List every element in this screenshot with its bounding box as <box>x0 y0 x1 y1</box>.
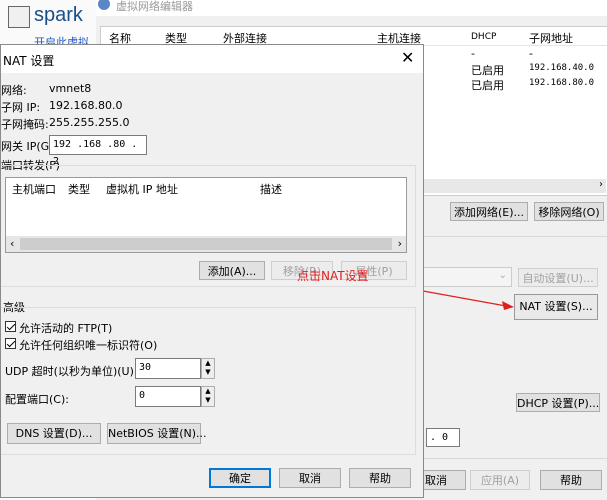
app-logo-icon <box>8 6 30 28</box>
ok-button[interactable]: 确定 <box>209 468 271 488</box>
annotation-text: 点击NAT设置 <box>297 269 369 283</box>
bridge-dropdown[interactable]: ⌄ <box>416 267 512 287</box>
vmware-icon <box>98 0 110 10</box>
col-subnet[interactable]: 子网地址 <box>529 30 573 46</box>
pf-col-desc[interactable]: 描述 <box>260 181 282 197</box>
editor-title: 虚拟网络编辑器 <box>116 0 193 13</box>
col-dhcp[interactable]: DHCP <box>471 32 496 42</box>
dialog-cancel-button[interactable]: 取消 <box>279 468 341 488</box>
udp-timeout-spinner[interactable]: ▲ ▼ <box>201 358 215 379</box>
subnet-mask-label: 子网掩码: <box>1 118 49 131</box>
dialog-title: NAT 设置 <box>3 54 55 68</box>
pf-col-vm-ip[interactable]: 虚拟机 IP 地址 <box>106 181 178 197</box>
pf-col-host-port[interactable]: 主机端口 <box>12 181 56 197</box>
network-label: 网络: <box>1 84 27 97</box>
dhcp-settings-button[interactable]: DHCP 设置(P)... <box>516 393 600 412</box>
allow-ftp-label[interactable]: 允许活动的 FTP(T) <box>19 320 112 336</box>
dialog-title-bar: NAT 设置 ✕ <box>1 45 423 73</box>
editor-title-bar: 虚拟网络编辑器 <box>96 0 607 16</box>
close-icon[interactable]: ✕ <box>401 48 414 67</box>
row-subnet: 192.168.80.0 <box>529 78 595 88</box>
scroll-right-icon[interactable]: › <box>599 179 603 190</box>
subnet-ip-label: 子网 IP: <box>1 101 41 114</box>
udp-timeout-field[interactable]: 30 <box>135 358 201 379</box>
subnet-mask-value: 255.255.255.0 <box>49 116 130 129</box>
allow-oui-label[interactable]: 允许任何组织唯一标识符(O) <box>19 337 157 353</box>
auto-settings-button[interactable]: 自动设置(U)... <box>518 268 598 287</box>
config-port-label: 配置端口(C): <box>5 393 69 406</box>
editor-help-button[interactable]: 帮助 <box>540 470 602 490</box>
row-subnet: 192.168.40.0 <box>529 63 595 73</box>
scroll-thumb[interactable] <box>20 238 392 250</box>
subnet-ip-value: 192.168.80.0 <box>49 99 123 112</box>
background-app-pane: spark 开启此虚拟 <box>0 0 97 49</box>
row-subnet: - <box>529 47 533 60</box>
ip-field-tail[interactable]: . 0 <box>426 428 460 447</box>
network-value: vmnet8 <box>49 82 92 95</box>
config-port-spinner[interactable]: ▲ ▼ <box>201 386 215 407</box>
scroll-left-icon[interactable]: ‹ <box>10 237 14 250</box>
dialog-help-button[interactable]: 帮助 <box>349 468 411 488</box>
spin-down-icon[interactable]: ▼ <box>205 396 210 404</box>
editor-apply-button[interactable]: 应用(A) <box>470 470 530 490</box>
pf-add-button[interactable]: 添加(A)... <box>199 261 265 280</box>
udp-timeout-label: UDP 超时(以秒为单位)(U): <box>5 365 138 378</box>
row-dhcp: - <box>471 47 475 60</box>
spin-up-icon[interactable]: ▲ <box>205 387 210 395</box>
config-port-field[interactable]: 0 <box>135 386 201 407</box>
chevron-down-icon: ⌄ <box>498 270 507 281</box>
nat-settings-button[interactable]: NAT 设置(S)... <box>514 294 598 320</box>
port-forward-list[interactable]: 主机端口 类型 虚拟机 IP 地址 描述 ‹ › <box>5 177 407 253</box>
gateway-ip-field[interactable]: 192 .168 .80 . 2 <box>49 135 147 167</box>
spin-up-icon[interactable]: ▲ <box>205 359 210 367</box>
pf-hscrollbar[interactable]: ‹ › <box>6 236 406 252</box>
scroll-right-icon[interactable]: › <box>398 237 402 250</box>
spin-down-icon[interactable]: ▼ <box>205 368 210 376</box>
allow-oui-checkbox[interactable] <box>5 338 16 349</box>
dns-settings-button[interactable]: DNS 设置(D)... <box>7 423 101 444</box>
pf-col-type[interactable]: 类型 <box>68 181 90 197</box>
remove-network-button[interactable]: 移除网络(O) <box>534 202 604 221</box>
row-dhcp: 已启用 <box>471 64 504 77</box>
row-dhcp: 已启用 <box>471 79 504 92</box>
annotation-arrow <box>411 288 514 310</box>
app-logo-text: spark <box>34 4 83 26</box>
add-network-button[interactable]: 添加网络(E)... <box>450 202 528 221</box>
netbios-settings-button[interactable]: NetBIOS 设置(N)... <box>107 423 207 444</box>
allow-ftp-checkbox[interactable] <box>5 321 16 332</box>
